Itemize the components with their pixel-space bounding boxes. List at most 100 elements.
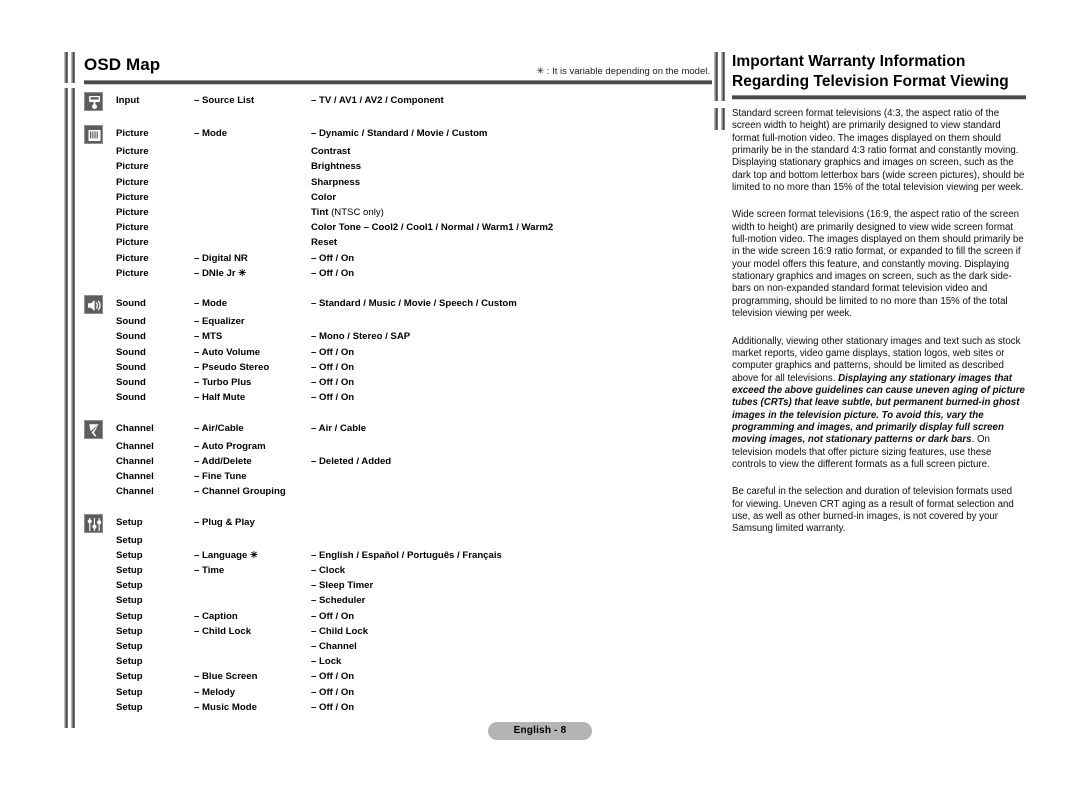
osd-map-table: Input – Source List – TV / AV1 / AV2 / Com…: [84, 85, 712, 715]
osd-category-label: Channel: [116, 440, 154, 452]
osd-level3-item: – Mono / Stereo / SAP: [311, 331, 411, 343]
warranty-paragraph: Additionally, viewing other stationary i…: [732, 336, 1026, 472]
osd-level3-item: – Channel: [311, 641, 357, 653]
warranty-text-body: Standard screen format televisions (4:3,…: [732, 100, 1026, 536]
warranty-panel: Important Warranty Information Regarding…: [714, 52, 1026, 551]
osd-level3-item: Contrast: [311, 146, 351, 158]
osd-sub-row: Setup – Channel: [84, 639, 712, 654]
osd-level3-item: – Standard / Music / Movie / Speech / Cu…: [311, 298, 517, 310]
osd-sub-row: Setup – Time – Clock: [84, 563, 712, 578]
osd-level3-item: Tint (NTSC only): [311, 205, 712, 220]
osd-level3-item: – Deleted / Added: [311, 455, 392, 467]
osd-category-label: Channel: [116, 455, 154, 467]
osd-sub-row: Setup – Blue Screen – Off / On: [84, 669, 712, 684]
osd-sub-row: Picture Color: [84, 190, 712, 205]
osd-sub-row: Picture Contrast: [84, 144, 712, 159]
osd-category-label: Picture: [116, 222, 149, 234]
osd-level3-item: Color: [311, 191, 337, 203]
osd-section-row: Sound – Mode – Standard / Music / Movie / …: [84, 295, 712, 315]
osd-category-label: Picture: [116, 191, 149, 203]
osd-category-label: Setup: [116, 534, 143, 546]
osd-level3-item: – Clock: [311, 565, 346, 577]
osd-level3-note: (NTSC only): [331, 207, 384, 218]
osd-category-label: Picture: [116, 128, 149, 140]
osd-sub-row: Sound – Equalizer: [84, 314, 712, 329]
osd-level2-item: – Mode: [194, 298, 228, 310]
warranty-text: Standard screen format televisions (4:3,…: [732, 108, 1025, 194]
osd-category-label: Setup: [116, 641, 143, 653]
warranty-paragraph: Standard screen format televisions (4:3,…: [732, 108, 1026, 194]
osd-category-label: Setup: [116, 625, 143, 637]
warranty-paragraph: Wide screen format televisions (16:9, th…: [732, 209, 1026, 320]
warranty-title-line1: Important Warranty Information: [732, 53, 966, 70]
osd-map-panel: OSD Map ✳ : It is variable depending on …: [64, 52, 712, 728]
osd-category-label: Setup: [116, 610, 143, 622]
osd-level2-item: – Auto Volume: [194, 346, 261, 358]
osd-category-label: Picture: [116, 146, 149, 158]
osd-sub-row: Sound – Half Mute – Off / On: [84, 390, 712, 405]
osd-level3-item: – Child Lock: [311, 625, 369, 637]
osd-level2-item: – Air/Cable: [194, 422, 244, 434]
osd-sub-row: Channel – Add/Delete – Deleted / Added: [84, 454, 712, 469]
left-body-decor-bars: [64, 88, 76, 728]
osd-category-label: Sound: [116, 346, 146, 358]
antenna-icon: [84, 419, 103, 439]
osd-category-label: Sound: [116, 316, 146, 328]
osd-category-label: Setup: [116, 580, 143, 592]
osd-level2-item: – Pseudo Stereo: [194, 361, 270, 373]
osd-level3-item: – Off / On: [311, 267, 355, 279]
osd-level2-item: – Child Lock: [194, 625, 252, 637]
osd-category-label: Sound: [116, 377, 146, 389]
osd-level2-item: – Digital NR: [194, 252, 248, 264]
osd-category-label: Setup: [116, 671, 143, 683]
osd-category-label: Setup: [116, 686, 143, 698]
right-body-decor-bars: [714, 108, 726, 130]
osd-sub-row: Picture – Digital NR – Off / On: [84, 251, 712, 266]
osd-level3-item: – Off / On: [311, 346, 355, 358]
osd-sub-row: Setup – Caption – Off / On: [84, 609, 712, 624]
osd-sub-row: Picture Reset: [84, 235, 712, 250]
osd-level3-item: – Sleep Timer: [311, 580, 374, 592]
osd-level3-item: Sharpness: [311, 176, 361, 188]
document-page: OSD Map ✳ : It is variable depending on …: [0, 0, 1080, 786]
osd-category-label: Setup: [116, 701, 143, 713]
osd-level2-item: – Caption: [194, 610, 238, 622]
osd-level2-item: – Blue Screen: [194, 671, 258, 683]
variable-model-note: ✳ : It is variable depending on the mode…: [536, 66, 710, 77]
osd-level3-item: – Off / On: [311, 392, 355, 404]
osd-section-row: Channel – Air/Cable – Air / Cable: [84, 419, 712, 439]
osd-sub-row: Sound – MTS – Mono / Stereo / SAP: [84, 329, 712, 344]
osd-level2-item: – Fine Tune: [194, 471, 247, 483]
warranty-text: Be careful in the selection and duration…: [732, 486, 1014, 535]
osd-level3-item: – Air / Cable: [311, 422, 367, 434]
osd-icon-cell: [84, 295, 116, 315]
osd-icon-cell: [84, 419, 116, 439]
osd-map-header: OSD Map ✳ : It is variable depending on …: [64, 52, 712, 80]
osd-sub-row: Picture Color Tone – Cool2 / Cool1 / Norm…: [84, 220, 712, 235]
page-number-badge: English - 8: [487, 722, 593, 740]
osd-category-label: Setup: [116, 549, 143, 561]
osd-sub-row: Picture – DNIe Jr ✳ – Off / On: [84, 266, 712, 281]
page-footer: English - 8: [0, 720, 1080, 740]
osd-category-label: Picture: [116, 237, 149, 249]
osd-sub-row: Setup – Child Lock – Child Lock: [84, 624, 712, 639]
osd-category-label: Channel: [116, 486, 154, 498]
remote-control-icon: [84, 92, 103, 111]
osd-level2-item: – Auto Program: [194, 440, 266, 452]
osd-level3-text: Tint: [311, 207, 332, 218]
osd-level3-item: – Off / On: [311, 377, 355, 389]
osd-sub-row: Picture Brightness: [84, 159, 712, 174]
osd-level2-item: – Mode: [194, 128, 228, 140]
osd-icon-cell: [84, 513, 116, 533]
osd-sub-row: Picture Sharpness: [84, 175, 712, 190]
osd-category-label: Channel: [116, 422, 154, 434]
osd-category-label: Sound: [116, 361, 146, 373]
osd-level3-item: – English / Español / Português / França…: [311, 549, 502, 561]
osd-sub-row: Setup: [84, 533, 712, 548]
osd-level3-item: Color Tone – Cool2 / Cool1 / Normal / Wa…: [311, 222, 554, 234]
osd-level3-item: – Off / On: [311, 686, 355, 698]
osd-category-label: Picture: [116, 176, 149, 188]
osd-level2-item: – Plug & Play: [194, 516, 255, 528]
osd-section-gap: [84, 499, 712, 514]
osd-level3-item: – Off / On: [311, 701, 355, 713]
